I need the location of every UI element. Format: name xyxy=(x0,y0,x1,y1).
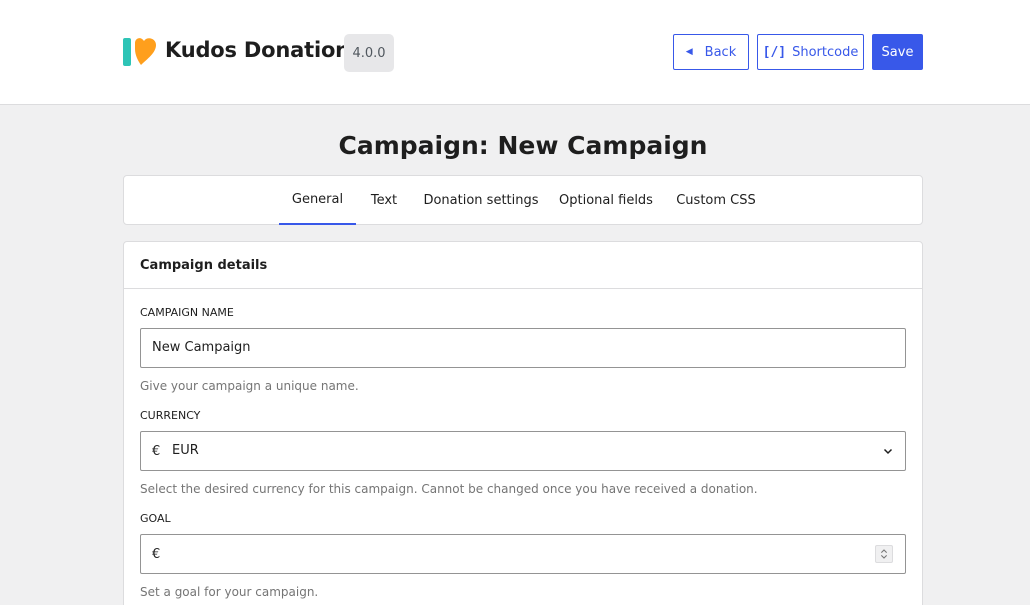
campaign-details-card: Campaign details CAMPAIGN NAME New Campa… xyxy=(123,241,923,605)
top-bar: Kudos Donations 4.0.0 ◀ Back [/] Shortco… xyxy=(0,0,1030,105)
tab-custom-css[interactable]: Custom CSS xyxy=(674,176,758,225)
card-title: Campaign details xyxy=(140,258,268,273)
back-arrow-icon: ◀ xyxy=(685,47,693,57)
goal-help: Set a goal for your campaign. xyxy=(140,585,319,599)
campaign-name-value: New Campaign xyxy=(152,340,251,355)
goal-input[interactable]: € xyxy=(140,534,906,574)
currency-value: EUR xyxy=(172,443,199,458)
campaign-name-label: CAMPAIGN NAME xyxy=(140,306,234,319)
back-button[interactable]: ◀ Back xyxy=(673,34,749,70)
goal-currency-symbol: € xyxy=(152,547,161,562)
kudos-logo-icon xyxy=(123,38,156,66)
version-badge: 4.0.0 xyxy=(344,34,394,72)
chevron-down-icon xyxy=(883,448,893,455)
card-header: Campaign details xyxy=(124,242,922,289)
tab-bar: General Text Donation settings Optional … xyxy=(123,175,923,225)
tab-donation-settings[interactable]: Donation settings xyxy=(422,176,540,225)
currency-select[interactable]: € EUR xyxy=(140,431,906,471)
shortcode-button-label: Shortcode xyxy=(792,44,859,60)
brand-name: Kudos Donations xyxy=(165,38,363,62)
campaign-name-input[interactable]: New Campaign xyxy=(140,328,906,368)
currency-help: Select the desired currency for this cam… xyxy=(140,482,758,496)
save-button[interactable]: Save xyxy=(872,34,923,70)
shortcode-icon: [/] xyxy=(762,44,787,60)
goal-label: GOAL xyxy=(140,512,171,525)
currency-label: CURRENCY xyxy=(140,409,201,422)
tab-optional-fields[interactable]: Optional fields xyxy=(556,176,656,225)
campaign-name-help: Give your campaign a unique name. xyxy=(140,379,359,393)
number-stepper-icon[interactable] xyxy=(875,545,893,563)
currency-symbol: € xyxy=(152,444,161,459)
back-button-label: Back xyxy=(704,44,737,60)
tab-general[interactable]: General xyxy=(279,176,356,225)
page-title: Campaign: New Campaign xyxy=(338,131,708,160)
shortcode-button[interactable]: [/] Shortcode xyxy=(757,34,864,70)
tab-text[interactable]: Text xyxy=(364,176,404,225)
